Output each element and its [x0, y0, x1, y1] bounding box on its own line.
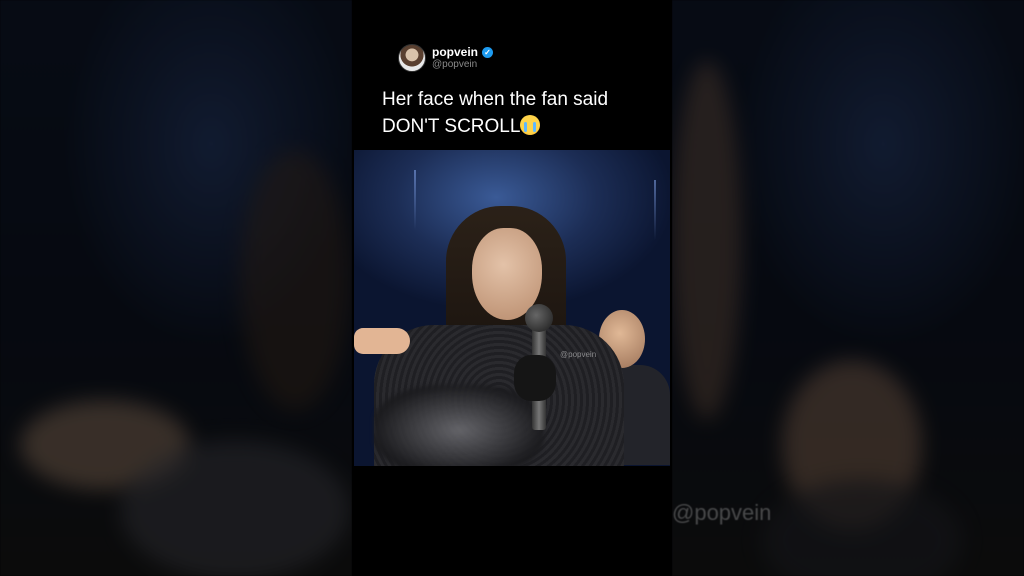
blurred-background-left	[0, 0, 352, 576]
short-video-frame[interactable]: popvein ✓ @popvein Her face when the fan…	[352, 0, 672, 576]
verified-badge-icon: ✓	[482, 47, 494, 58]
video-player[interactable]: @popvein	[354, 150, 670, 466]
display-name-row: popvein ✓	[432, 45, 494, 59]
display-name[interactable]: popvein	[432, 45, 478, 59]
loudly-crying-face-emoji-icon	[520, 115, 541, 135]
background-watermark: @popvein	[672, 500, 772, 525]
blurred-hair	[240, 150, 350, 410]
stage-light	[414, 170, 416, 230]
caption-line-2: DON'T SCROLL	[382, 113, 662, 140]
blurred-guard-body	[762, 480, 962, 576]
caption-line-2-text: DON'T SCROLL	[382, 116, 521, 137]
post-caption: Her face when the fan said DON'T SCROLL	[382, 86, 662, 140]
gloved-hand	[514, 355, 556, 401]
blurred-background-right: @popvein	[672, 0, 1024, 576]
stage-light	[654, 180, 656, 240]
blurred-jacket	[120, 440, 350, 576]
blurred-guard-head	[782, 360, 922, 530]
caption-line-1: Her face when the fan said	[382, 89, 609, 110]
video-watermark: @popvein	[560, 350, 597, 359]
blurred-hand	[20, 400, 190, 490]
blurred-face	[672, 60, 742, 420]
fan-pointing-hand	[354, 328, 410, 354]
microphone-icon	[525, 304, 553, 332]
handle[interactable]: @popvein	[432, 59, 493, 70]
post-header: popvein ✓ @popvein	[398, 44, 494, 72]
author-names: popvein ✓ @popvein	[432, 45, 494, 70]
avatar[interactable]	[398, 44, 426, 72]
feather-trim	[374, 385, 544, 466]
